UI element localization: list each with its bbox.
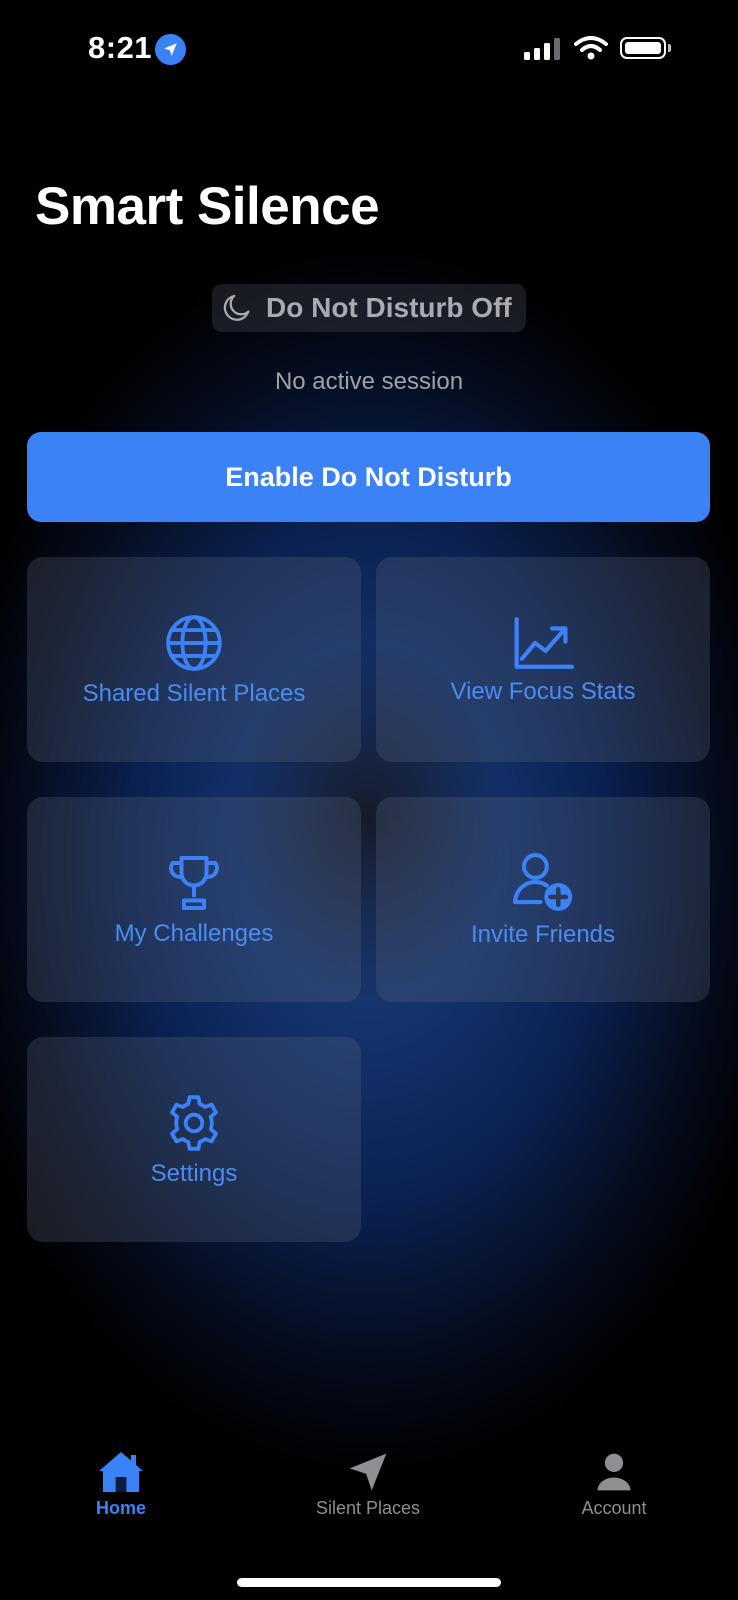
dnd-status-badge: Do Not Disturb Off bbox=[212, 284, 526, 332]
settings-tile[interactable]: Settings bbox=[27, 1037, 361, 1242]
cellular-signal-icon bbox=[524, 38, 560, 60]
battery-icon bbox=[620, 37, 666, 59]
wifi-icon bbox=[574, 36, 608, 60]
tab-account[interactable]: Account bbox=[514, 1450, 714, 1519]
moon-icon bbox=[223, 294, 250, 321]
tile-label: Shared Silent Places bbox=[82, 679, 306, 707]
shared-silent-places-tile[interactable]: Shared Silent Places bbox=[27, 557, 361, 762]
status-bar: 8:21 bbox=[0, 0, 738, 100]
tile-label: Invite Friends bbox=[470, 920, 616, 948]
gear-icon bbox=[170, 1094, 218, 1151]
person-icon bbox=[597, 1453, 631, 1491]
home-icon bbox=[99, 1452, 143, 1492]
enable-dnd-button[interactable]: Enable Do Not Disturb bbox=[27, 432, 710, 522]
globe-icon bbox=[166, 614, 222, 671]
tab-account-label: Account bbox=[581, 1498, 647, 1518]
tile-label: My Challenges bbox=[114, 919, 274, 947]
add-user-icon bbox=[513, 852, 573, 911]
tab-silent-places[interactable]: Silent Places bbox=[268, 1450, 468, 1519]
home-screen: 8:21 Smart Silence Do Not Disturb Off No… bbox=[0, 0, 738, 1600]
invite-friends-tile[interactable]: Invite Friends bbox=[376, 797, 710, 1002]
tab-silent-places-label: Silent Places bbox=[315, 1498, 421, 1518]
home-indicator[interactable] bbox=[237, 1578, 501, 1587]
view-focus-stats-tile[interactable]: View Focus Stats bbox=[376, 557, 710, 762]
tab-home-label: Home bbox=[95, 1498, 146, 1518]
chart-line-icon bbox=[514, 616, 575, 669]
page-title: Smart Silence bbox=[35, 177, 380, 236]
battery-tip bbox=[668, 44, 671, 52]
status-time: 8:21 bbox=[88, 30, 153, 65]
dnd-status-label: Do Not Disturb Off bbox=[266, 292, 512, 323]
location-arrow-icon bbox=[155, 34, 186, 65]
my-challenges-tile[interactable]: My Challenges bbox=[27, 797, 361, 1002]
trophy-icon bbox=[169, 855, 219, 910]
tab-home[interactable]: Home bbox=[21, 1450, 221, 1519]
tile-label: Settings bbox=[150, 1159, 238, 1187]
navigation-arrow-icon bbox=[349, 1453, 387, 1491]
session-status-text: No active session bbox=[274, 368, 464, 395]
tile-label: View Focus Stats bbox=[450, 677, 636, 705]
